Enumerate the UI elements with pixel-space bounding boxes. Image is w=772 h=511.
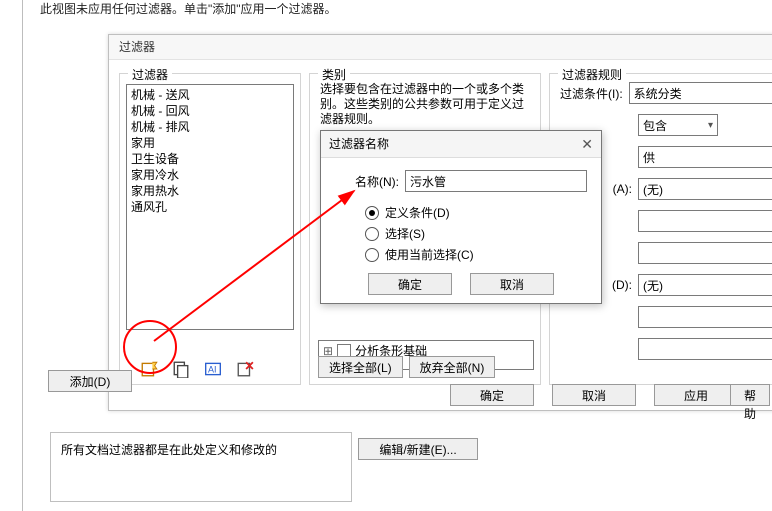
radio-label: 选择(S)	[385, 225, 425, 242]
delete-icon[interactable]	[236, 360, 254, 378]
list-item[interactable]: 卫生设备	[131, 151, 289, 167]
select-all-button[interactable]: 选择全部(L)	[318, 356, 403, 378]
categories-desc: 选择要包含在过滤器中的一个或多个类别。这些类别的公共参数可用于定义过滤器规则。	[320, 82, 530, 127]
d-value: (无)	[643, 277, 663, 294]
discard-all-button[interactable]: 放弃全部(N)	[409, 356, 496, 378]
cond-select[interactable]: 系统分类 ▾	[629, 82, 772, 104]
cancel-button[interactable]: 取消	[552, 384, 636, 406]
list-item[interactable]: 家用	[131, 135, 289, 151]
contains-select[interactable]: 包含 ▾	[638, 114, 718, 136]
d-op-select[interactable]	[638, 306, 772, 328]
radio-select[interactable]: 选择(S)	[365, 225, 587, 242]
filters-legend: 过滤器	[128, 66, 172, 83]
radio-icon	[365, 227, 379, 241]
list-item[interactable]: 机械 - 回风	[131, 103, 289, 119]
edit-new-button[interactable]: 编辑/新建(E)...	[358, 438, 478, 460]
a-val-input[interactable]	[638, 242, 772, 264]
new-filter-icon[interactable]	[140, 360, 158, 378]
radio-label: 使用当前选择(C)	[385, 246, 474, 263]
list-item[interactable]: 机械 - 排风	[131, 119, 289, 135]
rules-legend: 过滤器规则	[558, 66, 626, 83]
ok-button[interactable]: 确定	[450, 384, 534, 406]
radio-icon	[365, 248, 379, 262]
a-value: (无)	[643, 181, 663, 198]
copy-icon[interactable]	[172, 360, 190, 378]
contains-label: 包含	[643, 117, 667, 134]
radio-icon	[365, 206, 379, 220]
cond-value: 系统分类	[634, 85, 682, 102]
a-op-select[interactable]	[638, 210, 772, 232]
radio-use-current[interactable]: 使用当前选择(C)	[365, 246, 587, 263]
filters-group: 过滤器 机械 - 送风 机械 - 回风 机械 - 排风 家用 卫生设备 家用冷水…	[119, 73, 301, 385]
modal-cancel-button[interactable]: 取消	[470, 273, 554, 295]
doc-filters-label: 所有文档过滤器都是在此处定义和修改的	[50, 432, 352, 502]
list-item[interactable]: 机械 - 送风	[131, 87, 289, 103]
d-select[interactable]: (无) ▾	[638, 274, 772, 296]
name-input[interactable]	[405, 170, 587, 192]
list-item[interactable]: 家用热水	[131, 183, 289, 199]
chevron-down-icon: ▾	[708, 120, 713, 131]
cond-label: 过滤条件(I):	[560, 85, 623, 102]
dialog-title: 过滤器	[109, 35, 772, 60]
left-divider	[22, 0, 23, 511]
modal-title: 过滤器名称	[329, 131, 389, 157]
rename-icon[interactable]: AI	[204, 360, 222, 378]
categories-legend: 类别	[318, 66, 350, 83]
radio-define[interactable]: 定义条件(D)	[365, 204, 587, 221]
help-button[interactable]: 帮助	[730, 384, 770, 406]
filter-name-dialog: 过滤器名称 ✕ 名称(N): 定义条件(D) 选择(S) 使用当前选择(C) 确…	[320, 130, 602, 304]
modal-ok-button[interactable]: 确定	[368, 273, 452, 295]
a-select[interactable]: (无) ▾	[638, 178, 772, 200]
contains-input[interactable]	[638, 146, 772, 168]
list-item[interactable]: 家用冷水	[131, 167, 289, 183]
add-button[interactable]: 添加(D)	[48, 370, 132, 392]
name-label: 名称(N):	[335, 173, 399, 190]
close-icon[interactable]: ✕	[581, 131, 593, 157]
filters-list[interactable]: 机械 - 送风 机械 - 回风 机械 - 排风 家用 卫生设备 家用冷水 家用热…	[126, 84, 294, 330]
hint-text: 此视图未应用任何过滤器。单击"添加"应用一个过滤器。	[40, 0, 337, 17]
radio-label: 定义条件(D)	[385, 204, 450, 221]
d-val-input[interactable]	[638, 338, 772, 360]
apply-button[interactable]: 应用	[654, 384, 738, 406]
list-item[interactable]: 通风孔	[131, 199, 289, 215]
svg-text:AI: AI	[208, 364, 217, 374]
